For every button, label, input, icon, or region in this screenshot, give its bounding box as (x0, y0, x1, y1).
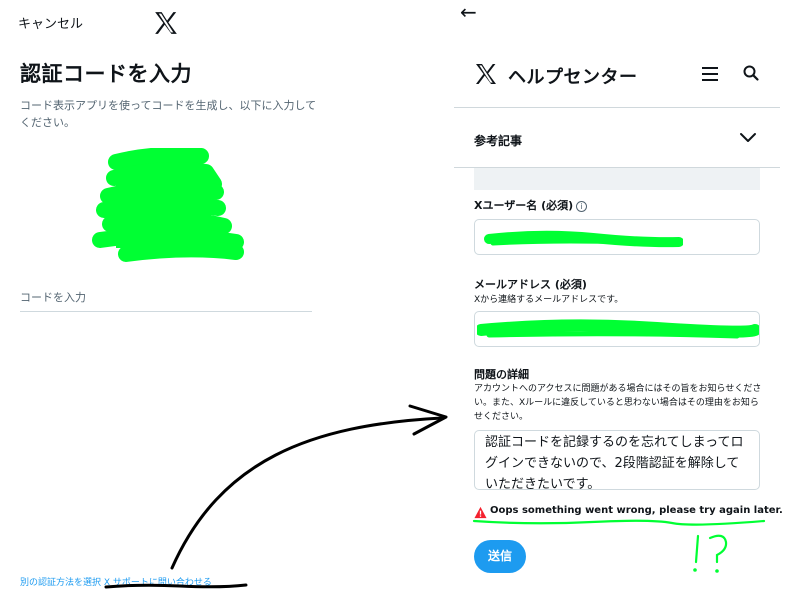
submit-button[interactable]: 送信 (474, 540, 526, 573)
email-field[interactable] (474, 311, 760, 347)
redacted-qr-code (92, 148, 244, 262)
username-label: Xユーザー名 (必須) i (474, 197, 588, 213)
search-icon[interactable] (742, 64, 760, 82)
x-logo-icon[interactable] (474, 62, 498, 86)
annotation-exclamation-question (693, 534, 728, 573)
cancel-button[interactable]: キャンセル (18, 13, 83, 32)
hamburger-menu-icon[interactable] (700, 62, 720, 86)
page-title: 認証コードを入力 (20, 62, 192, 86)
back-arrow-icon[interactable]: ← (460, 0, 477, 24)
related-articles-toggle[interactable]: 参考記事 (454, 108, 780, 168)
instruction-text: コード表示アプリを使ってコードを生成し、以下に入力してください。 (20, 99, 317, 129)
email-label: メールアドレス (必須) (474, 278, 587, 291)
help-center-title: ヘルプセンター (508, 67, 638, 88)
code-input[interactable] (20, 284, 312, 312)
annotation-arrow (170, 404, 448, 570)
redacted-email (477, 319, 759, 339)
x-logo-icon (155, 12, 177, 34)
related-articles-label: 参考記事 (474, 134, 523, 148)
username-field[interactable] (474, 219, 760, 255)
help-center-header: ヘルプセンター (454, 48, 780, 108)
redacted-username (484, 230, 683, 248)
help-center-form: ← ヘルプセンター 参考記事 Xユーザー名 (必須) i メールアドレス (必須… (454, 0, 783, 600)
details-label: 問題の詳細 (474, 368, 529, 381)
email-sublabel: Xから連絡するメールアドレスです。 (474, 295, 624, 305)
chevron-down-icon (740, 133, 756, 142)
details-description: アカウントへのアクセスに問題がある場合にはその旨をお知らせください。また、Xルー… (474, 384, 762, 422)
details-textarea[interactable]: 認証コードを記録するのを忘れてしまってログインできないので、2段階認証を解除して… (474, 430, 760, 490)
annotation-underline (472, 519, 766, 526)
info-icon[interactable]: i (576, 201, 588, 212)
section-divider (474, 168, 760, 190)
